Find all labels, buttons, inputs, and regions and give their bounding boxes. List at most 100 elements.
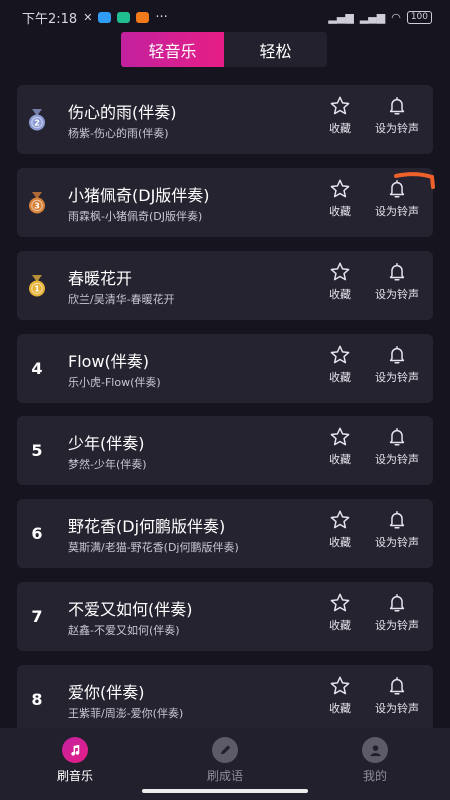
star-icon [330, 676, 350, 695]
favorite-button[interactable]: 收藏 [323, 675, 357, 725]
mute-icon: ✕ [83, 10, 93, 24]
nav-item-music[interactable]: 刷音乐 [0, 728, 150, 800]
chat-app-icon [117, 11, 131, 23]
song-title: Flow(伴奏) [68, 352, 150, 371]
ringtone-label: 设为铃声 [375, 371, 419, 384]
medal-rank: 2 [34, 118, 40, 127]
song-title: 伤心的雨(伴奏) [68, 103, 177, 122]
medal-silver-icon: 2 [21, 85, 53, 154]
star-icon [330, 262, 350, 281]
star-icon [330, 593, 350, 612]
song-artist: 雨霖枫-小猪佩奇(DJ版伴奏) [68, 210, 203, 223]
song-artist: 赵鑫-不爱又如何(伴奏) [68, 624, 180, 637]
ringtone-label: 设为铃声 [375, 122, 419, 135]
favorite-label: 收藏 [329, 288, 351, 301]
status-time: 下午2:18 [22, 11, 78, 27]
set-ringtone-button[interactable]: 设为铃声 [369, 426, 425, 476]
set-ringtone-button[interactable]: 设为铃声 [369, 509, 425, 559]
set-ringtone-button[interactable]: 设为铃声 [369, 261, 425, 311]
signal-icon: ▂▄▆ [328, 10, 354, 24]
song-card[interactable]: 7 不爱又如何(伴奏) 赵鑫-不爱又如何(伴奏) 收藏 设为铃声 [17, 582, 433, 651]
status-right: ▂▄▆ ▂▄▆ ◠ 100 [328, 10, 432, 24]
rank-number: 8 [31, 690, 43, 709]
music-note-icon [62, 737, 88, 763]
favorite-button[interactable]: 收藏 [323, 178, 357, 228]
tab-light-music[interactable]: 轻音乐 [121, 32, 224, 67]
song-card[interactable]: 6 野花香(Dj何鹏版伴奏) 莫斯满/老猫-野花香(Dj何鹏版伴奏) 收藏 设为铃声 [17, 499, 433, 568]
ringtone-label: 设为铃声 [375, 453, 419, 466]
set-ringtone-button[interactable]: 设为铃声 [369, 95, 425, 145]
star-icon [330, 510, 350, 529]
rank-number: 7 [31, 607, 43, 626]
song-card[interactable]: 8 爱你(伴奏) 王紫菲/周澎-爱你(伴奏) 收藏 设为铃声 [17, 665, 433, 734]
medal-gold-icon: 1 [21, 251, 53, 320]
set-ringtone-button[interactable]: 设为铃声 [369, 592, 425, 642]
favorite-button[interactable]: 收藏 [323, 344, 357, 394]
song-artist: 欣兰/吴清华-春暖花开 [68, 293, 175, 306]
nav-label-mine: 我的 [362, 769, 387, 783]
tab-relax[interactable]: 轻松 [224, 32, 327, 67]
song-artist: 梦然-少年(伴奏) [68, 458, 147, 471]
favorite-button[interactable]: 收藏 [323, 95, 357, 145]
orange-annotation-mark [394, 172, 435, 189]
star-icon [330, 345, 350, 364]
bell-icon [389, 677, 405, 695]
medal-rank: 1 [34, 284, 40, 293]
bell-icon [389, 263, 405, 281]
favorite-label: 收藏 [329, 371, 351, 384]
pencil-icon [212, 737, 238, 763]
more-notifications-icon: ··· [155, 9, 168, 25]
category-tabs: 轻音乐 轻松 [121, 32, 327, 67]
status-left: 下午2:18 ✕ ··· [22, 8, 168, 27]
song-title: 不爱又如何(伴奏) [68, 600, 193, 619]
nav-item-mine[interactable]: 我的 [300, 728, 450, 800]
favorite-label: 收藏 [329, 619, 351, 632]
song-card[interactable]: 3 小猪佩奇(DJ版伴奏) 雨霖枫-小猪佩奇(DJ版伴奏) 收藏 设为铃声 [17, 168, 433, 237]
favorite-label: 收藏 [329, 702, 351, 715]
song-card[interactable]: 1 春暖花开欣兰/吴清华-春暖花开 收藏 设为铃声 [17, 251, 433, 320]
favorite-label: 收藏 [329, 122, 351, 135]
person-icon [362, 737, 388, 763]
favorite-button[interactable]: 收藏 [323, 261, 357, 311]
favorite-button[interactable]: 收藏 [323, 509, 357, 559]
song-title: 春暖花开 [68, 269, 133, 288]
nav-label-music: 刷音乐 [56, 769, 93, 783]
bell-icon [389, 594, 405, 612]
status-bar: 下午2:18 ✕ ··· ▂▄▆ ▂▄▆ ◠ 100 [0, 0, 450, 34]
ringtone-label: 设为铃声 [375, 619, 419, 632]
rank-number: 6 [31, 524, 43, 543]
message-app-icon [98, 11, 112, 23]
set-ringtone-button[interactable]: 设为铃声 [369, 344, 425, 394]
favorite-button[interactable]: 收藏 [323, 426, 357, 476]
song-card[interactable]: 4 Flow(伴奏) 乐小虎-Flow(伴奏) 收藏 设为铃声 [17, 334, 433, 403]
favorite-label: 收藏 [329, 536, 351, 549]
set-ringtone-button[interactable]: 设为铃声 [369, 675, 425, 725]
ringtone-label: 设为铃声 [375, 536, 419, 549]
nav-label-idiom: 刷成语 [206, 769, 243, 783]
star-icon [330, 427, 350, 446]
bell-icon [389, 346, 405, 364]
bell-icon [389, 97, 405, 115]
favorite-label: 收藏 [329, 205, 351, 218]
favorite-button[interactable]: 收藏 [323, 592, 357, 642]
bell-icon [389, 428, 405, 446]
song-artist: 王紫菲/周澎-爱你(伴奏) [68, 707, 184, 720]
song-artist: 乐小虎-Flow(伴奏) [68, 376, 161, 389]
song-card[interactable]: 5 少年(伴奏) 梦然-少年(伴奏) 收藏 设为铃声 [17, 416, 433, 485]
mi-app-icon [136, 11, 150, 23]
ringtone-label: 设为铃声 [375, 702, 419, 715]
home-indicator [142, 789, 308, 793]
wifi-icon: ◠ [391, 10, 401, 24]
song-artist: 莫斯满/老猫-野花香(Dj何鹏版伴奏) [68, 541, 239, 554]
song-title: 爱你(伴奏) [68, 683, 145, 702]
favorite-label: 收藏 [329, 453, 351, 466]
song-title: 小猪佩奇(DJ版伴奏) [68, 186, 210, 205]
star-icon [330, 96, 350, 115]
ringtone-label: 设为铃声 [375, 205, 419, 218]
medal-rank: 3 [34, 201, 40, 210]
signal-icon-2: ▂▄▆ [359, 10, 386, 24]
song-title: 野花香(Dj何鹏版伴奏) [68, 517, 226, 536]
song-card[interactable]: 2 伤心的雨(伴奏) 杨紫-伤心的雨(伴奏) 收藏 设为铃声 [17, 85, 433, 154]
rank-number: 5 [31, 441, 43, 460]
battery-icon: 100 [406, 10, 432, 24]
